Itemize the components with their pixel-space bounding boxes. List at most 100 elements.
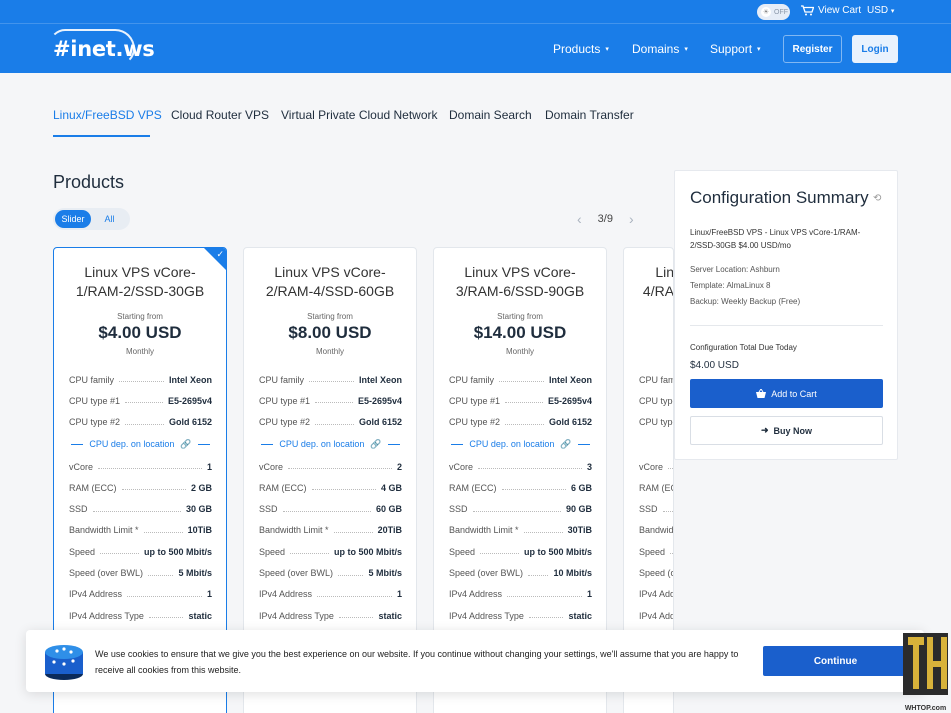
chevron-left-icon[interactable]: ‹: [577, 211, 582, 227]
divider: [451, 443, 464, 445]
view-slider-button[interactable]: Slider: [55, 210, 91, 228]
cpu-location-link[interactable]: 🔗: [639, 433, 673, 456]
value: Ashburn: [750, 265, 780, 274]
spec-row: IPv4 Address: [639, 584, 673, 605]
spec-dots: [333, 531, 373, 533]
spec-key: CPU family: [69, 374, 118, 385]
spec-key: vCore: [69, 461, 97, 472]
spec-key: vCore: [449, 461, 477, 472]
spec-dots: [315, 423, 354, 425]
spec-dots: [98, 468, 202, 470]
spec-value: up to 500 Mbit/s: [143, 546, 212, 557]
dark-mode-toggle[interactable]: ☀ OFF: [757, 4, 790, 20]
spec-value: 4 GB: [380, 482, 402, 493]
spec-row: vCore: [639, 456, 673, 477]
spec-row: CPU type #2 Gold 6152: [69, 412, 212, 433]
spec-row: Speed (over BWL) 5 Mbit/s: [69, 562, 212, 583]
page-title: Products: [53, 172, 125, 192]
cpu-location-link[interactable]: CPU dep. on location 🔗: [449, 433, 592, 456]
spec-key: SSD: [69, 504, 91, 515]
tab-linux-freebsd-vps[interactable]: Linux/FreeBSD VPS: [53, 108, 162, 122]
spec-dots: [282, 510, 371, 512]
basket-icon: [756, 389, 767, 398]
spec-value: 2 GB: [190, 482, 212, 493]
spec-key: Speed (over BWL): [449, 568, 527, 579]
starting-from-label: Starting from: [117, 312, 163, 321]
spec-value: 5 Mbit/s: [368, 568, 402, 579]
register-button[interactable]: Register: [783, 35, 842, 63]
nav-support[interactable]: Support ▾: [710, 42, 761, 56]
continue-button[interactable]: Continue: [763, 646, 908, 676]
spec-row: SSD 60 GB: [259, 498, 402, 519]
view-cart-label: View Cart: [818, 5, 862, 16]
spec-dots: [505, 402, 543, 404]
view-cart-link[interactable]: View Cart: [801, 5, 861, 16]
spec-row: Bandwidth Limit *: [639, 520, 673, 541]
summary-divider: [690, 325, 883, 326]
spec-row: SSD: [639, 498, 673, 519]
card-price: $14.00 USD: [473, 323, 567, 342]
spec-dots: [662, 510, 673, 512]
spec-key: CPU family: [639, 374, 673, 385]
whtop-watermark: WHTOP.com: [900, 631, 951, 713]
login-button[interactable]: Login: [852, 35, 898, 63]
spec-value: Gold 6152: [358, 417, 402, 428]
refresh-icon[interactable]: ⟲: [873, 193, 881, 204]
toggle-label: OFF: [774, 8, 788, 16]
view-all-button[interactable]: All: [91, 214, 128, 224]
spec-key: RAM (ECC): [639, 482, 673, 493]
spec-key: IPv4 Address: [259, 589, 316, 600]
spec-value: 20TiB: [377, 525, 402, 536]
spec-row: CPU type #1 E5-2695v4: [259, 390, 402, 411]
tab-cloud-router-vps[interactable]: Cloud Router VPS: [171, 108, 269, 122]
spec-key: SSD: [449, 504, 471, 515]
spec-row: Speed up to 500 Mbit/s: [259, 541, 402, 562]
spec-value: static: [568, 610, 592, 621]
arrow-right-icon: ➜: [760, 425, 769, 435]
spec-dots: [311, 489, 376, 491]
card-price: $8.00 USD: [288, 323, 372, 342]
chevron-right-icon[interactable]: ›: [629, 211, 634, 227]
spec-key: CPU family: [449, 374, 498, 385]
spec-row: Speed (over BWL) 10 Mbit/s: [449, 562, 592, 583]
spec-dots: [478, 468, 582, 470]
spec-row: SSD 90 GB: [449, 498, 592, 519]
site-logo[interactable]: #inet.ws: [49, 29, 155, 65]
nav-label: Products: [553, 42, 601, 56]
buy-now-button[interactable]: ➜ Buy Now: [690, 416, 883, 445]
spec-dots: [480, 553, 519, 555]
spec-value: Gold 6152: [168, 417, 212, 428]
spec-dots: [668, 468, 673, 470]
billing-period: Monthly: [125, 347, 154, 356]
tab-domain-transfer[interactable]: Domain Transfer: [545, 108, 634, 122]
spec-value: Intel Xeon: [358, 374, 402, 385]
spec-row: CPU type #1: [639, 390, 673, 411]
spec-key: SSD: [259, 504, 281, 515]
spec-key: IPv4 Address Type: [259, 610, 337, 621]
spec-key: Speed (over BWL): [259, 568, 337, 579]
spec-row: vCore 2: [259, 456, 402, 477]
nav-domains[interactable]: Domains ▾: [632, 42, 688, 56]
cookie-banner: We use cookies to ensure that we give yo…: [26, 630, 924, 692]
link-icon: 🔗: [560, 438, 572, 449]
tab-domain-search[interactable]: Domain Search: [449, 108, 532, 122]
spec-dots: [472, 510, 561, 512]
nav-products[interactable]: Products ▾: [553, 42, 609, 56]
cpu-location-link[interactable]: CPU dep. on location 🔗: [69, 433, 212, 456]
currency-selector[interactable]: USD ▾: [867, 5, 894, 16]
spec-key: CPU type #2: [259, 417, 314, 428]
spec-dots: [309, 381, 354, 383]
total-value: $4.00 USD: [690, 360, 739, 371]
spec-dots: [143, 531, 183, 533]
add-to-cart-button[interactable]: Add to Cart: [690, 379, 883, 408]
spec-key: Speed (over BWL): [639, 568, 673, 579]
tab-virtual-private-cloud[interactable]: Virtual Private Cloud Network: [281, 108, 438, 122]
spec-row: CPU family Intel Xeon: [69, 369, 212, 390]
spec-key: Bandwidth Limit *: [69, 525, 142, 536]
spec-value: static: [378, 610, 402, 621]
spec-dots: [100, 553, 139, 555]
label: Backup:: [690, 297, 719, 306]
cpu-location-link[interactable]: CPU dep. on location 🔗: [259, 433, 402, 456]
spec-row: CPU type #2 Gold 6152: [449, 412, 592, 433]
add-to-cart-label: Add to Cart: [771, 388, 817, 399]
